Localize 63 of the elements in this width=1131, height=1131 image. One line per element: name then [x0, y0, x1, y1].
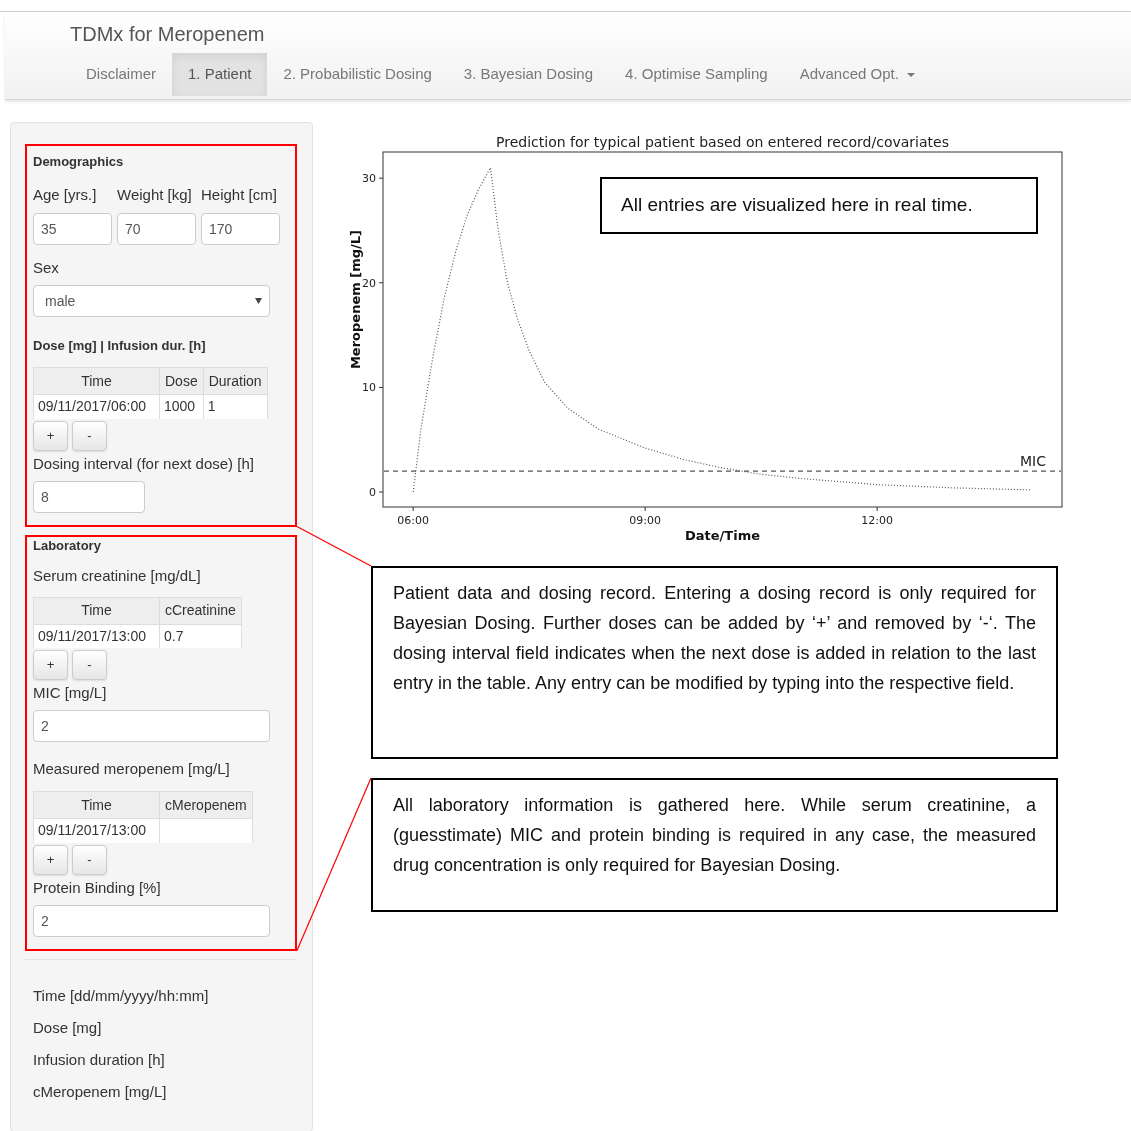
table-row-button[interactable]: +	[33, 650, 68, 680]
field-label: Weight [kg]	[117, 185, 193, 205]
callout-note: All entries are visualized here in real time.	[600, 177, 1038, 234]
table-row-button[interactable]: -	[72, 650, 107, 680]
table-row-button[interactable]: -	[72, 420, 107, 451]
table-cell[interactable]: 09/11/2017/13:00	[33, 818, 160, 843]
axis-tick-label: 06:00	[397, 514, 429, 527]
table-cell[interactable]: 09/11/2017/06:00	[33, 394, 160, 419]
axis-tick-label: 10	[362, 381, 376, 395]
app-title: TDMx for Meropenem	[70, 22, 265, 47]
field-label: Measured meropenem [mg/L]	[33, 759, 231, 779]
field-label: Serum creatinine [mg/dL]	[33, 565, 202, 586]
field-label: Dosing interval (for next dose) [h]	[33, 453, 255, 474]
table-header-cell: Duration	[203, 367, 268, 395]
field-label: Infusion duration [h]	[33, 1049, 166, 1070]
section-heading: Laboratory	[33, 537, 102, 554]
field-label: Dose [mg]	[33, 1017, 103, 1038]
nav-tab[interactable]: 1. Patient	[172, 53, 268, 96]
line-label: MIC	[1020, 453, 1046, 470]
nav-tab[interactable]: Disclaimer	[70, 53, 172, 96]
axis-tick-label: 20	[362, 276, 376, 290]
input-field[interactable]: 170	[201, 213, 280, 245]
table-cell[interactable]	[159, 818, 253, 843]
section-heading: Demographics	[33, 154, 125, 170]
field-label: Sex	[33, 258, 60, 278]
table-header-cell: Time	[33, 367, 160, 395]
field-label: Time [dd/mm/yyyy/hh:mm]	[33, 985, 210, 1006]
table-header-cell: cCreatinine	[159, 597, 242, 624]
table-header-cell: Dose	[159, 367, 204, 395]
nav-tab[interactable]: 3. Bayesian Dosing	[447, 53, 610, 96]
nav-tab[interactable]: 2. Probabilistic Dosing	[267, 53, 448, 96]
field-label: cMeropenem [mg/L]	[33, 1081, 168, 1102]
axis-title: Date/Time	[685, 528, 760, 543]
caret-icon	[906, 72, 915, 77]
input-field[interactable]: 2	[33, 904, 270, 937]
table-row-button[interactable]: -	[72, 844, 107, 875]
table-header-cell: cMeropenem	[159, 791, 253, 819]
field-label: Age [yrs.]	[33, 185, 98, 205]
axis-tick-label: 0	[369, 486, 376, 500]
caret-icon	[255, 298, 262, 304]
axis-tick-label: 09:00	[629, 514, 661, 527]
callout-note: All laboratory information is gathered here. While serum creatinine, a (guesstimate) MIC and protein binding is required in any case, the measured drug concentration is only required for Bayesian Dosing.	[371, 778, 1058, 912]
table-row-button[interactable]: +	[33, 844, 68, 875]
axis-tick-label: 30	[362, 172, 376, 186]
section-subheading: Dose [mg] | Infusion dur. [h]	[33, 338, 207, 354]
field-label: Protein Binding [%]	[33, 877, 162, 898]
select-field[interactable]: male	[33, 285, 270, 317]
chart-title: Prediction for typical patient based on entered record/covariates	[496, 134, 949, 150]
field-label: MIC [mg/L]	[33, 683, 108, 703]
nav-tab[interactable]: Advanced Opt.	[783, 53, 931, 96]
input-field[interactable]: 2	[33, 710, 270, 742]
table-row-button[interactable]: +	[33, 420, 68, 451]
input-field[interactable]: 35	[33, 213, 112, 245]
axis-title: Meropenem [mg/L]	[348, 229, 363, 370]
table-header-cell: Time	[33, 597, 160, 624]
nav-tab[interactable]: 4. Optimise Sampling	[609, 53, 784, 96]
callout-note: Patient data and dosing record. Entering a dosing record is only required for Bayesian Dosing. Further doses can be added by ‘+’ and removed by ‘-‘. The dosing interval field indicates when the next dose is added in relation to the last entry in the table. Any entry can be modified by typing into the respective field.	[371, 566, 1058, 759]
input-field[interactable]: 8	[33, 480, 145, 513]
table-header-cell: Time	[33, 791, 160, 819]
field-label: Height [cm]	[201, 185, 278, 205]
input-field[interactable]: 70	[117, 213, 196, 245]
table-cell[interactable]: 09/11/2017/13:00	[33, 624, 160, 648]
axis-tick-label: 12:00	[861, 514, 893, 527]
